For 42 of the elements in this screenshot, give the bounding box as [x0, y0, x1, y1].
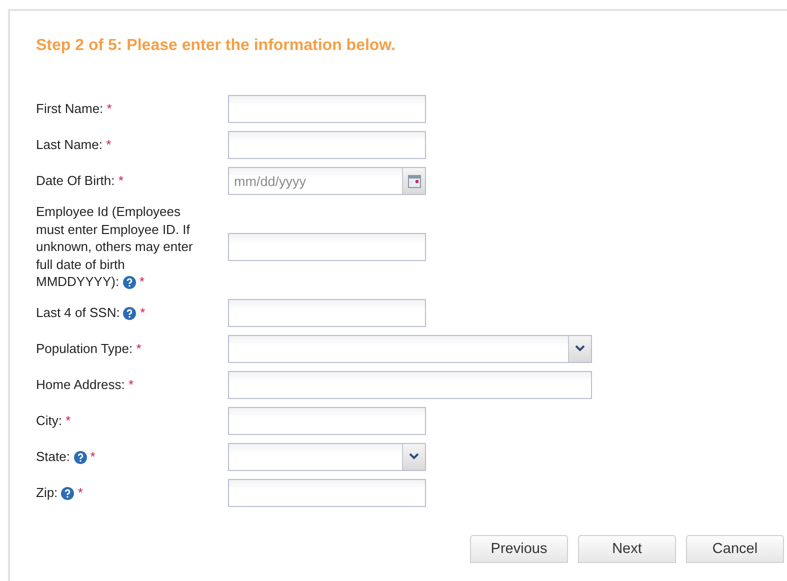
field-label: Last 4 of SSN: * [36, 304, 146, 322]
required-mark: * [66, 412, 71, 428]
required-mark: * [118, 173, 124, 188]
required-mark: * [106, 137, 112, 152]
required-mark: * [106, 101, 112, 116]
nav-button[interactable]: Next [578, 534, 676, 562]
required-mark: * [136, 340, 142, 356]
dropdown-field[interactable] [228, 334, 592, 362]
help-icon[interactable] [123, 306, 136, 320]
help-icon[interactable] [61, 486, 74, 500]
text-field[interactable] [228, 131, 426, 159]
field-label: Zip: * [36, 484, 83, 502]
required-mark: * [140, 304, 146, 320]
field-label: State: * [36, 448, 96, 466]
field-label: Last Name: * [36, 136, 112, 154]
text-field[interactable] [228, 406, 426, 434]
required-mark: * [139, 274, 144, 289]
calendar-icon[interactable] [408, 174, 420, 188]
dropdown-field[interactable] [228, 442, 426, 470]
field-label: Population Type: * [36, 340, 142, 358]
field-label: Date Of Birth: * [36, 172, 124, 190]
required-mark: * [128, 376, 134, 392]
step-heading: Step 2 of 5: Please enter the information below. [36, 37, 396, 55]
field-label: First Name: * [36, 100, 112, 118]
text-field[interactable] [228, 478, 426, 506]
text-field[interactable] [228, 298, 426, 326]
chevron-down-icon[interactable] [575, 345, 585, 352]
help-icon[interactable] [74, 450, 87, 464]
date-picker[interactable]: mm/dd/yyyy [228, 167, 426, 195]
text-field[interactable] [228, 232, 426, 261]
field-label: Home Address: * [36, 376, 134, 394]
nav-button[interactable]: Previous [470, 534, 568, 562]
field-label: City: * [36, 412, 71, 430]
required-mark: * [90, 448, 96, 464]
text-field[interactable] [228, 370, 592, 398]
field-label: Employee Id (Employees must enter Employee ID. If unknown, others may enter full date of birth MMDDYYYY): * [36, 203, 194, 290]
chevron-down-icon[interactable] [409, 453, 419, 460]
text-field[interactable] [228, 95, 426, 123]
nav-button[interactable]: Cancel [686, 534, 784, 562]
required-mark: * [78, 484, 83, 500]
help-icon[interactable] [122, 276, 136, 290]
date-input-field[interactable]: mm/dd/yyyy [229, 168, 402, 194]
